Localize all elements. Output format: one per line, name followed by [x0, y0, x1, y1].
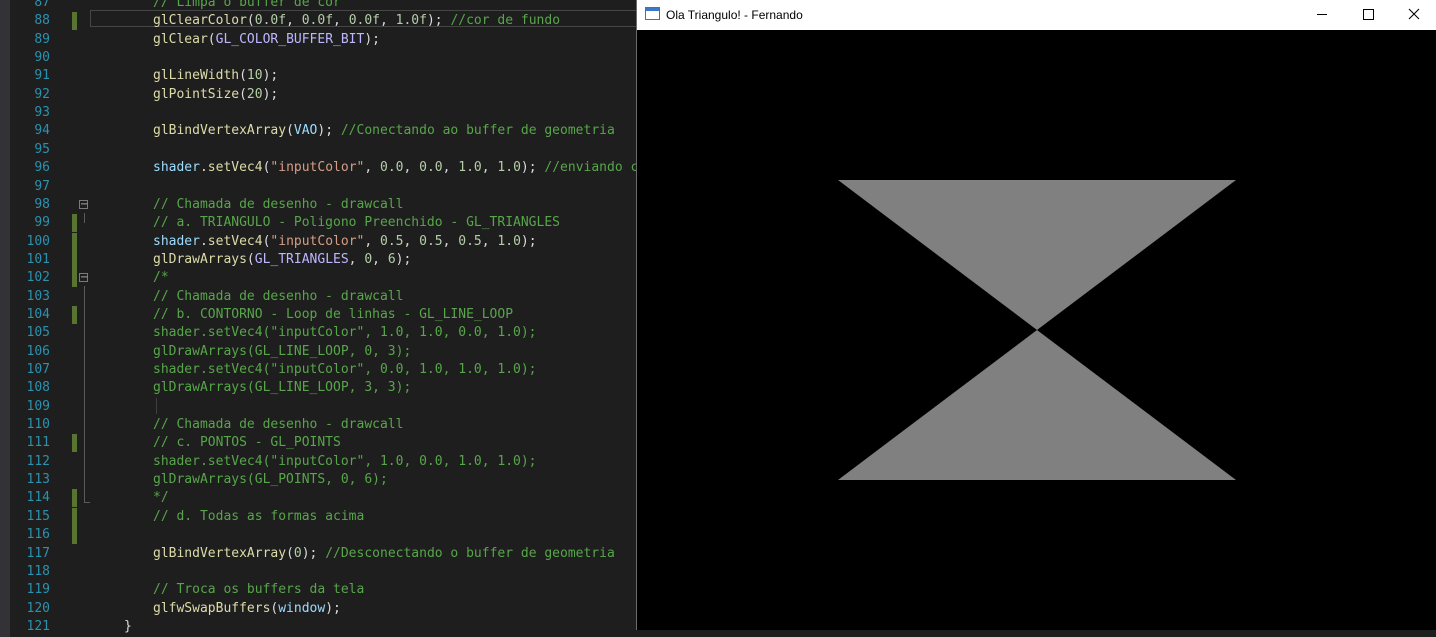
line-number: 93	[34, 105, 50, 121]
close-button[interactable]	[1391, 0, 1436, 30]
code-text: // d. Todas as formas acima	[153, 508, 365, 524]
line-number: 118	[26, 563, 50, 579]
collapse-icon[interactable]: −	[79, 199, 88, 209]
line-number: 112	[26, 453, 50, 469]
line-number: 89	[34, 31, 50, 47]
code-text: shader.setVec4("inputColor", 0.0, 1.0, 1…	[153, 362, 537, 377]
code-text: glfwSwapBuffers(window);	[153, 600, 341, 616]
code-text: glDrawArrays(GL_POINTS, 0, 6);	[153, 472, 388, 488]
opengl-window[interactable]: Ola Triangulo! - Fernando	[636, 0, 1436, 630]
line-number: 116	[26, 527, 50, 543]
line-number: 106	[26, 343, 50, 359]
code-text: glPointSize(20);	[153, 86, 279, 102]
line-number: 92	[34, 86, 50, 102]
line-number: 114	[26, 490, 50, 506]
code-text: // c. PONTOS - GL_POINTS	[153, 435, 341, 451]
line-number: 105	[26, 325, 50, 341]
change-indicator	[72, 434, 77, 453]
line-number: 120	[26, 600, 50, 616]
line-number: 109	[26, 398, 50, 414]
code-text: // Chamada de desenho - drawcall	[153, 288, 404, 304]
change-indicator	[72, 250, 77, 269]
line-number: 107	[26, 362, 50, 377]
render-canvas	[637, 30, 1436, 630]
line-number: 121	[26, 618, 50, 634]
line-number: 101	[26, 251, 50, 267]
close-icon	[1408, 8, 1420, 20]
window-titlebar[interactable]: Ola Triangulo! - Fernando	[637, 0, 1436, 30]
line-number: 90	[34, 50, 50, 66]
change-indicator	[72, 489, 77, 508]
window-title: Ola Triangulo! - Fernando	[666, 8, 803, 22]
code-text: // Limpa o buffer de cor	[153, 0, 341, 10]
code-text: glClear(GL_COLOR_BUFFER_BIT);	[153, 31, 380, 47]
code-text: /*	[153, 270, 169, 286]
change-indicator	[72, 269, 77, 288]
maximize-button[interactable]	[1345, 0, 1391, 30]
line-number: 96	[34, 160, 50, 176]
line-number: 110	[26, 417, 50, 433]
code-text: // Chamada de desenho - drawcall	[153, 417, 404, 433]
code-text: // Chamada de desenho - drawcall	[153, 196, 404, 212]
line-number: 102	[26, 270, 50, 286]
change-indicator	[72, 12, 77, 31]
line-number: 103	[26, 288, 50, 304]
line-number: 104	[26, 306, 50, 322]
code-text: glBindVertexArray(VAO); //Conectando ao …	[153, 123, 615, 139]
line-number: 115	[26, 508, 50, 524]
line-number: 99	[34, 215, 50, 231]
line-number: 98	[34, 196, 50, 212]
code-text: shader.setVec4("inputColor", 0.5, 0.5, 0…	[153, 233, 537, 249]
code-text: */	[153, 490, 169, 506]
line-number: 111	[26, 435, 50, 451]
app-window-icon	[645, 7, 660, 20]
canvas-background	[637, 30, 1436, 630]
code-text: }	[124, 618, 132, 634]
minimize-icon	[1317, 14, 1327, 15]
code-text: shader.setVec4("inputColor", 1.0, 1.0, 0…	[153, 325, 537, 341]
code-text: glDrawArrays(GL_TRIANGLES, 0, 6);	[153, 251, 412, 267]
code-text: glBindVertexArray(0); //Desconectando o …	[153, 545, 615, 561]
code-text: shader.setVec4("inputColor", 0.0, 0.0, 1…	[153, 160, 647, 176]
maximize-icon	[1363, 9, 1374, 20]
line-number: 113	[26, 472, 50, 488]
line-number: 91	[34, 68, 50, 84]
code-text: glDrawArrays(GL_LINE_LOOP, 3, 3);	[153, 380, 412, 396]
line-number: 100	[26, 233, 50, 249]
line-number: 95	[34, 141, 50, 157]
code-text: shader.setVec4("inputColor", 1.0, 0.0, 1…	[153, 453, 537, 469]
change-indicator	[72, 232, 77, 251]
line-number: 88	[34, 13, 50, 29]
code-text: // b. CONTORNO - Loop de linhas - GL_LIN…	[153, 306, 514, 322]
line-number: 108	[26, 380, 50, 396]
minimize-button[interactable]	[1299, 0, 1345, 30]
code-text: glClearColor(0.0f, 0.0f, 0.0f, 1.0f); //…	[153, 13, 561, 29]
line-number: 94	[34, 123, 50, 139]
change-indicator	[72, 214, 77, 233]
code-text: // a. TRIANGULO - Poligono Preenchido - …	[153, 215, 560, 231]
change-indicator	[72, 526, 77, 545]
collapse-icon[interactable]: −	[79, 273, 88, 283]
line-number: 87	[34, 0, 50, 10]
line-number: 117	[26, 545, 50, 561]
line-number: 119	[26, 582, 50, 598]
change-indicator	[72, 507, 77, 526]
line-number: 97	[34, 178, 50, 194]
code-text: // Troca os buffers da tela	[153, 582, 365, 598]
code-text: glDrawArrays(GL_LINE_LOOP, 0, 3);	[153, 343, 412, 359]
change-indicator	[72, 305, 77, 324]
code-text: glLineWidth(10);	[153, 68, 279, 84]
